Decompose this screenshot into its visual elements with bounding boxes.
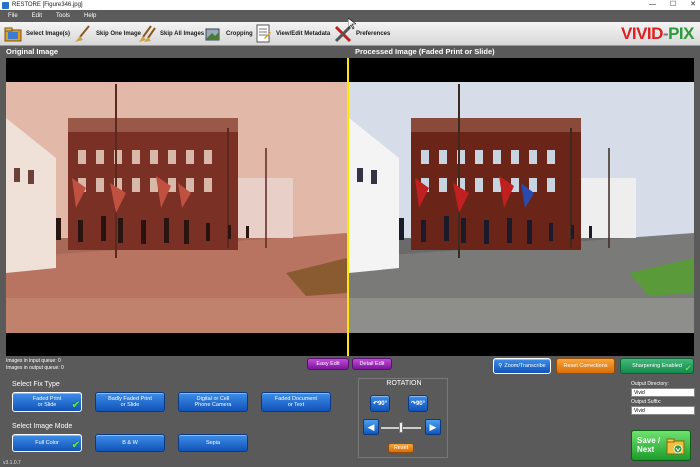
arrow-right-icon: ▶ bbox=[429, 421, 437, 432]
output-suffix-field[interactable]: Vivid bbox=[631, 406, 695, 415]
menu-help[interactable]: Help bbox=[84, 13, 96, 19]
version-label: v3.1.0.7 bbox=[3, 460, 21, 466]
reset-corrections-button[interactable]: Reset Corrections bbox=[556, 358, 615, 374]
skip-all-images-label: Skip All Images bbox=[160, 31, 205, 37]
select-images-label: Select Image(s) bbox=[26, 31, 71, 37]
sharpening-label: Sharpening Enabled bbox=[632, 362, 682, 369]
fix-digital-camera-button[interactable]: Digital or Cell Phone Camera bbox=[178, 392, 248, 412]
vivid-pix-logo: VIVID-PIX bbox=[621, 24, 694, 43]
output-queue-count: Images in output queue: 0 bbox=[6, 365, 64, 371]
menu-tools[interactable]: Tools bbox=[56, 13, 70, 19]
folder-icon bbox=[4, 25, 22, 43]
menu-file[interactable]: File bbox=[8, 13, 18, 19]
skip-all-images-button[interactable]: Skip All Images bbox=[138, 24, 204, 44]
mouse-cursor-icon bbox=[348, 18, 356, 30]
rotate-cw-button[interactable]: ↷ 90° bbox=[408, 395, 428, 412]
fix-faded-print-label: Faded Print or Slide bbox=[32, 395, 62, 408]
rotation-label: ROTATION bbox=[386, 380, 422, 387]
skip-one-image-label: Skip One Image bbox=[96, 31, 142, 37]
checkmark-icon: ✔ bbox=[71, 439, 80, 451]
preferences-label: Preferences bbox=[356, 31, 391, 37]
broom-icon bbox=[74, 25, 92, 43]
checkmark-icon: ✔ bbox=[684, 362, 692, 373]
mode-sepia-button[interactable]: Sepia bbox=[178, 434, 248, 452]
image-mode-label: Select Image Mode bbox=[12, 423, 73, 430]
brooms-icon bbox=[138, 25, 156, 43]
original-image-header: Original Image bbox=[0, 46, 347, 58]
menu-edit[interactable]: Edit bbox=[32, 13, 42, 19]
title-bar: RESTORE [Figure346.jpg] — ☐ ✕ bbox=[0, 0, 700, 10]
fix-faded-print-button[interactable]: Faded Print or Slide ✔ bbox=[12, 392, 82, 412]
close-button[interactable]: ✕ bbox=[690, 0, 696, 10]
output-directory-label: Output Directory: bbox=[631, 381, 669, 387]
view-edit-metadata-button[interactable]: View/Edit Metadata bbox=[254, 24, 330, 44]
preferences-button[interactable]: Preferences bbox=[334, 24, 390, 44]
toolbar: Select Image(s) Skip One Image Skip All … bbox=[0, 18, 700, 46]
save-next-button[interactable]: Save / Next bbox=[631, 430, 691, 461]
rotate-left-button[interactable]: ◀ bbox=[363, 419, 379, 435]
detail-edit-button[interactable]: Detail Edit bbox=[352, 358, 392, 370]
processed-image bbox=[349, 58, 694, 356]
skip-one-image-button[interactable]: Skip One Image bbox=[74, 24, 141, 44]
save-folder-icon bbox=[666, 438, 685, 455]
rotation-slider-knob[interactable] bbox=[399, 422, 403, 433]
output-directory-field[interactable]: Vivid bbox=[631, 388, 695, 397]
sharpening-enabled-button[interactable]: Sharpening Enabled ✔ bbox=[620, 358, 694, 374]
original-image bbox=[6, 58, 347, 356]
app-icon bbox=[2, 1, 9, 9]
mode-bw-button[interactable]: B & W bbox=[95, 434, 165, 452]
rotate-right-button[interactable]: ▶ bbox=[425, 419, 441, 435]
easy-edit-button[interactable]: Easy Edit bbox=[307, 358, 349, 370]
rotate-ccw-button[interactable]: ↶ 90° bbox=[370, 395, 390, 412]
arrow-left-icon: ◀ bbox=[367, 421, 375, 432]
zoom-transcribe-label: Zoom/Transcribe bbox=[504, 362, 546, 369]
checkmark-icon: ✔ bbox=[71, 399, 80, 411]
window-title: RESTORE [Figure346.jpg] bbox=[12, 2, 83, 8]
document-icon bbox=[254, 24, 272, 43]
output-suffix-label: Output Suffix: bbox=[631, 399, 662, 405]
maximize-button[interactable]: ☐ bbox=[670, 0, 676, 10]
rotation-reset-button[interactable]: Reset bbox=[388, 443, 414, 453]
mode-full-color-label: Full Color bbox=[35, 439, 59, 446]
mode-full-color-button[interactable]: Full Color ✔ bbox=[12, 434, 82, 452]
fix-type-label: Select Fix Type bbox=[12, 381, 60, 388]
processed-image-header: Processed Image (Faded Print or Slide) bbox=[349, 46, 700, 58]
crop-icon bbox=[204, 25, 222, 43]
zoom-transcribe-button[interactable]: ⚲ Zoom/Transcribe bbox=[493, 358, 551, 374]
fix-faded-document-button[interactable]: Faded Document or Text bbox=[261, 392, 331, 412]
view-edit-metadata-label: View/Edit Metadata bbox=[276, 31, 331, 37]
minimize-button[interactable]: — bbox=[649, 0, 656, 10]
cropping-label: Cropping bbox=[226, 31, 253, 37]
cropping-button[interactable]: Cropping bbox=[204, 24, 253, 44]
input-queue-count: Images in input queue: 0 bbox=[6, 358, 61, 364]
fix-badly-faded-button[interactable]: Badly Faded Print or Slide bbox=[95, 392, 165, 412]
magnifier-icon: ⚲ bbox=[498, 362, 503, 369]
select-images-button[interactable]: Select Image(s) bbox=[4, 24, 70, 44]
